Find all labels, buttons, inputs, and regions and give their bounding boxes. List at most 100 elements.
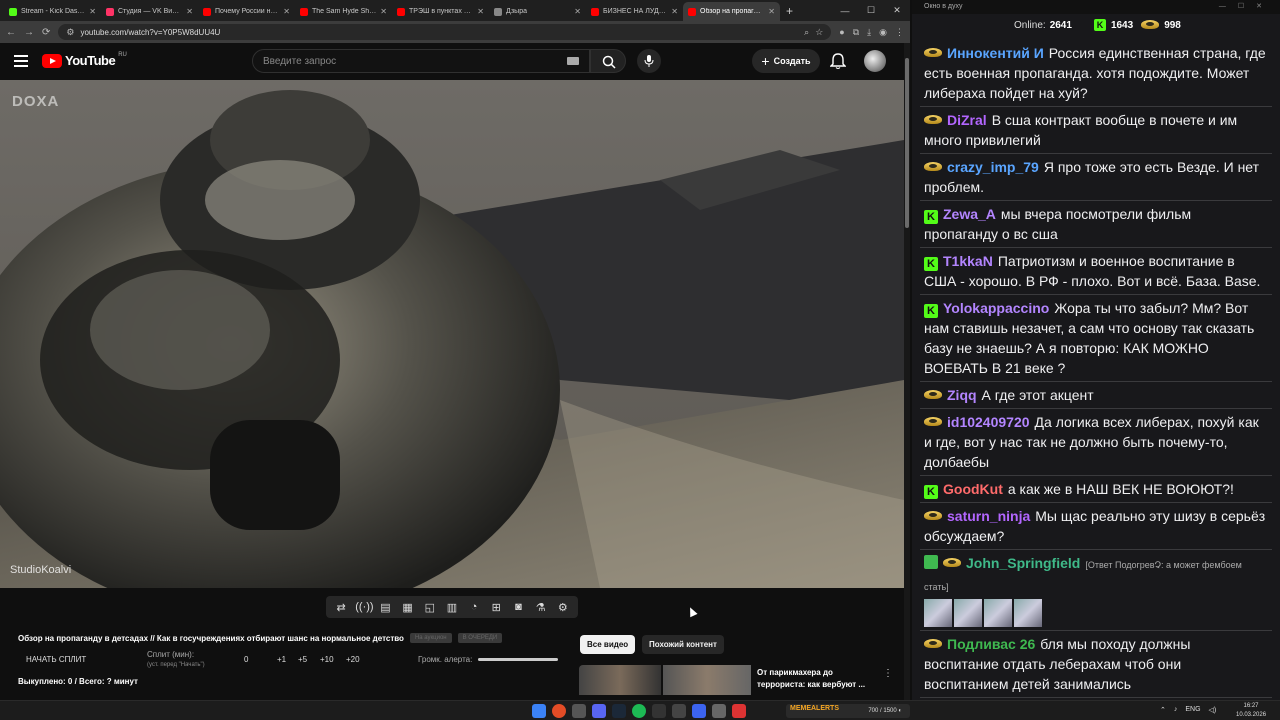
spotify-icon[interactable] [632, 704, 646, 718]
browser-tab[interactable]: Студия — VK Видео Live✕ [101, 2, 198, 21]
split-plus-10[interactable]: +10 [320, 655, 334, 664]
zoom-icon[interactable]: ⌕ [804, 27, 809, 38]
url-field[interactable]: ⚙ youtube.com/watch?v=Y0P5W8dUU4U ⌕ ☆ [58, 24, 832, 40]
more-options-icon[interactable]: ⋮ [883, 668, 893, 679]
playlist-icon[interactable]: ▤ [377, 601, 393, 614]
chat-username[interactable]: T1kkaN [943, 253, 993, 269]
tab-close-icon[interactable]: ✕ [283, 7, 290, 16]
screenshot-icon[interactable]: ◙ [510, 601, 526, 613]
speed-icon[interactable]: ◔ [466, 601, 482, 613]
browser-tab[interactable]: The Sam Hyde Show D ✕ [295, 2, 392, 21]
search-input[interactable]: Введите запрос [252, 49, 590, 73]
explorer-icon[interactable] [572, 704, 586, 718]
broadcast-icon[interactable]: ((·)) [355, 601, 373, 613]
tool-icon[interactable] [712, 704, 726, 718]
tab-close-icon[interactable]: ✕ [477, 7, 484, 16]
recommended-video[interactable]: От парикмахера до террориста: как вербую… [579, 665, 893, 695]
recommended-thumbnail-2[interactable] [663, 665, 751, 695]
discord-icon[interactable] [592, 704, 606, 718]
split-value[interactable]: 0 [244, 655, 248, 664]
reload-icon[interactable]: ⟳ [42, 27, 50, 38]
page-scrollbar[interactable] [904, 43, 910, 700]
add-clip-icon[interactable]: ⊞ [488, 601, 504, 614]
keyboard-icon[interactable] [567, 57, 579, 65]
video-player[interactable]: DOXA StudioKoalvi [0, 80, 904, 588]
browser-tab[interactable]: Дзыра ✕ [489, 2, 586, 21]
chat-username[interactable]: DiZral [947, 112, 987, 128]
film-icon[interactable]: ▥ [444, 601, 460, 614]
tab-close-icon[interactable]: ✕ [89, 7, 96, 16]
chat-username[interactable]: Yolokappaccino [943, 300, 1049, 316]
start-split-button[interactable]: НАЧАТЬ СПЛИТ [26, 655, 86, 664]
alert-volume-slider[interactable] [478, 658, 558, 661]
recommended-thumbnail[interactable] [579, 665, 661, 695]
chat-username[interactable]: GoodKut [943, 481, 1003, 497]
maximize-button[interactable]: ☐ [858, 5, 884, 16]
forward-icon[interactable]: → [24, 27, 34, 38]
search-button[interactable] [590, 49, 626, 73]
pip-icon[interactable]: ◱ [422, 601, 438, 614]
create-button[interactable]: + Создать [752, 49, 820, 73]
back-icon[interactable]: ← [6, 27, 16, 38]
loop-icon[interactable]: ⇄ [333, 601, 349, 614]
site-info-icon[interactable]: ⚙ [66, 27, 74, 38]
browser-tab[interactable]: Почему России не дадут ✕ [198, 2, 295, 21]
memealerts-widget[interactable]: MEMEALERTS 700 / 1500 ◐ [786, 704, 910, 718]
app-icon[interactable] [672, 704, 686, 718]
tab-close-icon[interactable]: ✕ [768, 7, 775, 16]
split-plus-1[interactable]: +1 [277, 655, 286, 664]
avatar[interactable] [864, 50, 886, 72]
queue-pill[interactable]: В ОЧЕРЕДИ [457, 633, 503, 643]
clapper-icon[interactable]: ▦ [400, 601, 416, 614]
chat-window-controls[interactable]: —☐✕ [1219, 2, 1274, 10]
tab-close-icon[interactable]: ✕ [186, 7, 193, 16]
language-indicator[interactable]: ENG [1185, 706, 1200, 714]
split-plus-5[interactable]: +5 [298, 655, 307, 664]
split-plus-20[interactable]: +20 [346, 655, 360, 664]
auction-pill[interactable]: На аукцион [409, 633, 452, 643]
chrome-icon[interactable] [552, 704, 566, 718]
clock[interactable]: 16:27 10.03.2026 [1236, 702, 1266, 720]
tray-expand-icon[interactable]: ⌃ [1160, 706, 1166, 714]
chip-similar[interactable]: Похожий контент [642, 635, 724, 654]
new-tab-button[interactable]: + [780, 4, 799, 21]
extensions-puzzle-icon[interactable]: ⧉ [853, 27, 859, 38]
tab-close-icon[interactable]: ✕ [380, 7, 387, 16]
extension-icon[interactable]: ● [839, 27, 844, 37]
profile-icon[interactable]: ◉ [879, 27, 887, 38]
minimize-button[interactable]: — [832, 6, 858, 16]
browser-tab[interactable]: Обзор на пропаганду в детсадах ✕ [683, 2, 780, 21]
tab-close-icon[interactable]: ✕ [574, 7, 581, 16]
chat-username[interactable]: Ziqq [947, 387, 977, 403]
mic-tray-icon[interactable]: ♪ [1174, 706, 1178, 714]
browser-tab[interactable]: ТРЭШ в пунктах выдачи ✕ [392, 2, 489, 21]
browser-tab[interactable]: Stream - Kick Dashboard✕ [4, 2, 101, 21]
notifications-bell-icon[interactable] [830, 52, 846, 70]
chat-username[interactable]: Подливас 26 [947, 636, 1035, 652]
menu-icon[interactable] [14, 55, 28, 70]
chip-all-videos[interactable]: Все видео [580, 635, 636, 654]
volume-icon[interactable]: ◁) [1209, 706, 1217, 714]
settings-gear-icon[interactable]: ⚙ [555, 601, 571, 614]
chat-username[interactable]: John_Springfield [966, 555, 1080, 571]
voice-search-button[interactable] [637, 49, 661, 73]
menu-dots-icon[interactable]: ⋮ [895, 27, 904, 38]
windows-start-icon[interactable] [532, 704, 546, 718]
youtube-app-icon[interactable] [732, 704, 746, 718]
close-window-button[interactable]: ✕ [884, 5, 910, 16]
youtube-logo[interactable]: YouTube RU [42, 52, 127, 68]
obs-icon[interactable] [652, 704, 666, 718]
chat-username[interactable]: id102409720 [947, 414, 1030, 430]
steam-icon[interactable] [612, 704, 626, 718]
download-icon[interactable]: ⤓ [867, 27, 871, 38]
chat-username[interactable]: saturn_ninja [947, 508, 1030, 524]
bookmark-star-icon[interactable]: ☆ [815, 27, 823, 38]
telegram-icon[interactable] [692, 704, 706, 718]
tab-close-icon[interactable]: ✕ [671, 7, 678, 16]
chat-username[interactable]: crazy_imp_79 [947, 159, 1039, 175]
chat-username[interactable]: Zewa_A [943, 206, 996, 222]
browser-tab[interactable]: БИЗНЕС НА ЛУДОМАНАХ ✕ [586, 2, 683, 21]
recommended-title[interactable]: От парикмахера до террориста: как вербую… [757, 667, 875, 691]
flask-icon[interactable]: ⚗ [533, 601, 549, 614]
chat-username[interactable]: Иннокентий И [947, 45, 1044, 61]
